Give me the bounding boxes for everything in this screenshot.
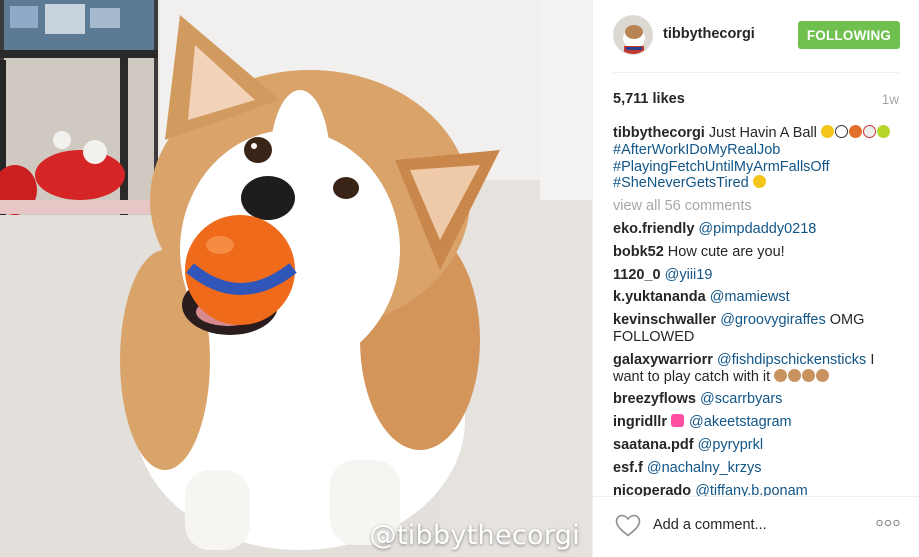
dog-face-emoji-icon (802, 368, 816, 382)
following-button[interactable]: FOLLOWING (798, 21, 900, 49)
comment-username[interactable]: galaxywarriorr (613, 352, 713, 368)
comment-username[interactable]: saatana.pdf (613, 437, 694, 453)
comment: k.yuktananda @mamiewst (613, 289, 905, 306)
comment-mention[interactable]: @groovygiraffes (720, 312, 826, 328)
dog-face-emoji-icon (788, 368, 802, 382)
dog-face-emoji-icon (816, 368, 830, 382)
comment: ingridllr @akeetstagram (613, 414, 905, 431)
soccer-ball-emoji-icon (834, 125, 848, 138)
post-time[interactable]: 1w (882, 92, 899, 107)
sunglasses-emoji-icon (820, 125, 834, 138)
comment-username[interactable]: breezyflows (613, 391, 696, 407)
comment-mention[interactable]: @pyryprkl (698, 437, 763, 453)
avatar[interactable] (613, 15, 653, 55)
comment-username[interactable]: kevinschwaller (613, 312, 716, 328)
comment-username[interactable]: ingridllr (613, 414, 667, 430)
dog-face-emoji-icon (774, 368, 788, 382)
tennis-ball-emoji-icon (876, 125, 890, 138)
post-side-panel: tibbythecorgi FOLLOWING 5,711 likes 1w t… (592, 0, 919, 557)
comment-username[interactable]: bobk52 (613, 244, 664, 260)
comment: esf.f @nachalny_krzys (613, 460, 905, 477)
add-comment-input[interactable]: Add a comment... (653, 517, 843, 533)
header-divider (613, 72, 899, 73)
heart-outline-icon[interactable] (615, 514, 641, 537)
comment: saatana.pdf @pyryprkl (613, 437, 905, 454)
post-photo[interactable]: @tibbythecorgi (0, 0, 592, 557)
hashtag[interactable]: #SheNeverGetsTired (613, 175, 749, 191)
corgi-photo-illustration (0, 0, 592, 557)
photo-watermark: @tibbythecorgi (369, 520, 580, 551)
basketball-emoji-icon (848, 125, 862, 138)
caption-emoji-row (820, 125, 891, 141)
more-dots-icon[interactable] (876, 519, 900, 527)
hashtag[interactable]: #AfterWorkIDoMyRealJob (613, 142, 780, 158)
comment-mention[interactable]: @nachalny_krzys (647, 460, 762, 476)
comment-username[interactable]: k.yuktananda (613, 289, 706, 305)
comment-mention[interactable]: @tiffany.b.ponam (695, 483, 808, 496)
comment-mention[interactable]: @scarrbyars (700, 391, 782, 407)
likes-count[interactable]: 5,711 likes (613, 91, 685, 107)
comment: galaxywarriorr @fishdipschickensticks I … (613, 352, 905, 386)
expressionless-emoji-icon (752, 175, 766, 189)
comment-mention[interactable]: @mamiewst (710, 289, 790, 305)
hashtag[interactable]: #PlayingFetchUntilMyArmFallsOff (613, 159, 830, 175)
caption-username[interactable]: tibbythecorgi (613, 125, 705, 141)
comment-footer: Add a comment... (593, 496, 919, 557)
comment-text: How cute are you! (667, 243, 785, 260)
comment: nicoperado @tiffany.b.ponam (613, 483, 905, 496)
header-username[interactable]: tibbythecorgi (663, 26, 755, 42)
baseball-emoji-icon (862, 125, 876, 138)
comment-username[interactable]: eko.friendly (613, 221, 694, 237)
caption-text: Just Havin A Ball (708, 125, 817, 141)
comment-username[interactable]: nicoperado (613, 483, 691, 496)
comment-mention[interactable]: @akeetstagram (689, 414, 792, 430)
comment: 1120_0 @yiii19 (613, 267, 905, 284)
sparkling-heart-emoji-icon (671, 414, 685, 428)
comment: kevinschwaller @groovygiraffes OMG FOLLO… (613, 312, 905, 346)
dog-face-emoji-row (774, 368, 830, 385)
avatar-image-icon (614, 16, 652, 54)
view-all-comments-link[interactable]: view all 56 comments (613, 198, 905, 215)
comment: bobk52 How cute are you! (613, 244, 905, 261)
instagram-post-view: @tibbythecorgi tibbythecorgi FOLLOWING 5… (0, 0, 919, 557)
post-header: tibbythecorgi FOLLOWING (593, 0, 919, 72)
comment-mention[interactable]: @yiii19 (665, 267, 713, 283)
comment-username[interactable]: esf.f (613, 460, 643, 476)
post-stats: 5,711 likes 1w (613, 91, 899, 111)
comments-list: tibbythecorgi Just Havin A Ball #AfterWo… (613, 125, 905, 496)
comment: eko.friendly @pimpdaddy0218 (613, 221, 905, 238)
comment-mention[interactable]: @fishdipschickensticks (717, 352, 866, 368)
comment-username[interactable]: 1120_0 (613, 267, 661, 283)
caption: tibbythecorgi Just Havin A Ball #AfterWo… (613, 125, 905, 192)
comment: breezyflows @scarrbyars (613, 391, 905, 408)
comment-mention[interactable]: @pimpdaddy0218 (698, 221, 816, 237)
